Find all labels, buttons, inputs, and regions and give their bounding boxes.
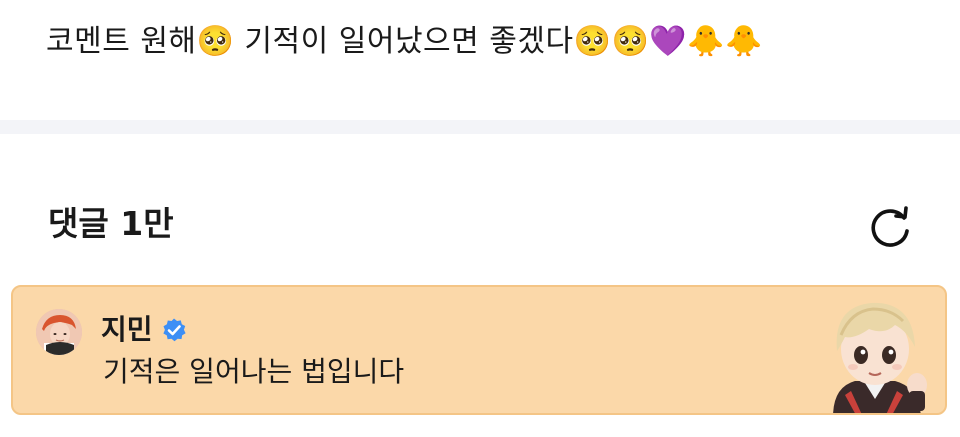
avatar-image bbox=[36, 309, 82, 355]
post-body: 코멘트 원해🥺 기적이 일어났으면 좋겠다🥺🥺💜🐥🐥 bbox=[0, 0, 960, 120]
page: 코멘트 원해🥺 기적이 일어났으면 좋겠다🥺🥺💜🐥🐥 댓글 1만 지민 기적은 … bbox=[0, 0, 960, 437]
highlighted-comment-card[interactable]: 지민 기적은 일어나는 법입니다 bbox=[11, 285, 947, 415]
character-sticker bbox=[833, 302, 927, 413]
comments-count: 1만 bbox=[120, 204, 174, 243]
section-divider bbox=[0, 120, 960, 134]
verified-badge-icon bbox=[162, 318, 186, 342]
comment-author-row: 지민 bbox=[101, 313, 187, 347]
avatar[interactable] bbox=[36, 309, 82, 355]
comments-title: 댓글 1만 bbox=[48, 204, 174, 244]
refresh-icon[interactable] bbox=[866, 204, 914, 252]
comment-text: 기적은 일어나는 법입니다 bbox=[103, 355, 405, 388]
comments-label: 댓글 bbox=[48, 204, 109, 243]
comment-author-name[interactable]: 지민 bbox=[101, 313, 153, 347]
comments-header: 댓글 1만 bbox=[0, 134, 960, 284]
post-text: 코멘트 원해🥺 기적이 일어났으면 좋겠다🥺🥺💜🐥🐥 bbox=[46, 24, 763, 59]
